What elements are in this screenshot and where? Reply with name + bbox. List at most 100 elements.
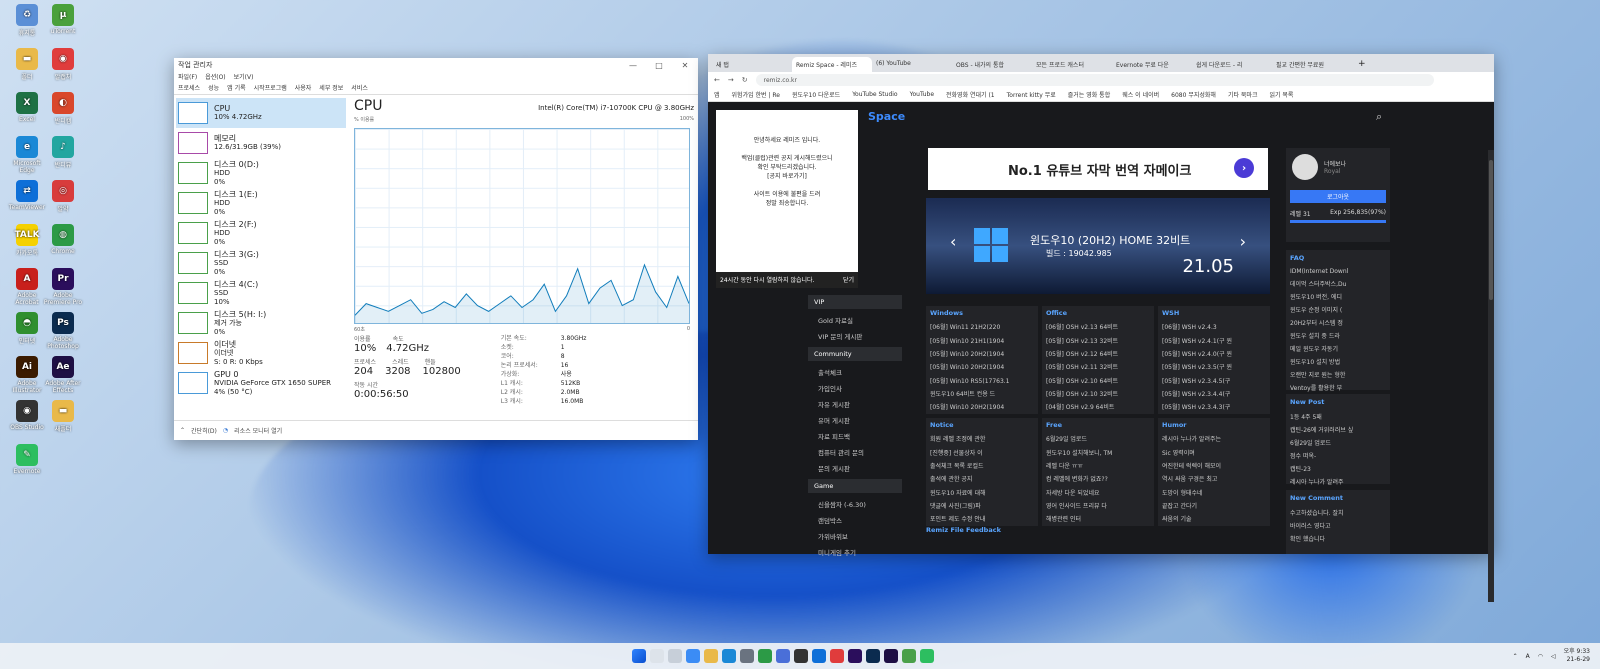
collapse-icon[interactable]: ⌃	[180, 427, 185, 434]
panel-row[interactable]: 윈도우10 버전, 에디	[1286, 290, 1390, 303]
board-row[interactable]: 윈도우10 64비트 컨용 드	[926, 387, 1038, 400]
panel-row[interactable]: 캡틴-23	[1286, 462, 1390, 475]
edge-icon[interactable]	[722, 649, 736, 663]
close-button[interactable]: ✕	[672, 61, 698, 70]
menu-item[interactable]: 미니게임 추기	[808, 544, 902, 560]
desktop-icon[interactable]: ◍ Chrome	[42, 224, 84, 255]
board-row[interactable]: 해병관련 인터	[1042, 512, 1154, 525]
task-manager-icon[interactable]	[902, 649, 916, 663]
desktop-icon[interactable]: ◎ 알약	[42, 180, 84, 213]
popup-close-button[interactable]: 닫기	[843, 276, 854, 285]
panel-row[interactable]: 데이먹 스터주박스,Du	[1286, 277, 1390, 290]
panel-row[interactable]: 캡틴-26에 거위러러브 싶	[1286, 423, 1390, 436]
panel-row[interactable]: 수고하셨습니다. 잘치	[1286, 506, 1390, 519]
resource-item[interactable]: 이더넷 이더넷 S: 0 R: 0 Kbps	[176, 338, 346, 368]
board-row[interactable]: [05월] OSH v2.10 32비트	[1042, 387, 1154, 400]
board-row[interactable]: [05월] OSH v2.13 32비트	[1042, 333, 1154, 346]
url-input[interactable]: remiz.co.kr	[755, 74, 1434, 86]
board-row[interactable]: 출석체크 목록 로컬드	[926, 459, 1038, 472]
title-bar[interactable]: 작업 관리자 — □ ✕	[174, 58, 698, 72]
board-row[interactable]: [05월] WSH v2.3.4.3(구	[1158, 400, 1270, 413]
banner-next-icon[interactable]: ›	[1240, 232, 1246, 251]
tab-item[interactable]: 세부 정보	[319, 83, 343, 94]
popup-hide-24h[interactable]: 24시간 동안 다시 열람하지 않습니다.	[720, 276, 814, 285]
resource-item[interactable]: 디스크 3(G:) SSD 0%	[176, 248, 346, 278]
browser-tab[interactable]: Evernote 무료 다운	[1112, 57, 1192, 72]
hero-banner[interactable]: 윈도우10 (20H2) HOME 32비트 빌드 : 19042.985 21…	[926, 198, 1270, 294]
desktop-icon[interactable]: µ uTorrent	[42, 4, 84, 35]
board-row[interactable]: [05월] WSH v2.4.0(구 윈	[1158, 347, 1270, 360]
site-logo[interactable]: Space	[868, 110, 905, 123]
chevron-up-icon[interactable]: ⌃	[1513, 653, 1518, 660]
search-icon[interactable]	[650, 649, 664, 663]
panel-row[interactable]: Ventoy를 활용한 부	[1286, 381, 1390, 394]
browser-tab[interactable]: 모든 프로드 캐스터	[1032, 57, 1112, 72]
panel-row[interactable]: 바이러스 영다고	[1286, 519, 1390, 532]
board-row[interactable]: 출석에 관한 공지	[926, 472, 1038, 485]
menu-item[interactable]: 출석체크	[808, 364, 902, 380]
board-row[interactable]: Sic 영력이며	[1158, 445, 1270, 458]
board-header[interactable]: Notice	[926, 418, 1038, 432]
browser-tab[interactable]: 쉽게 다운로드 - 리	[1192, 57, 1272, 72]
bookmark-item[interactable]: 전화영화 연대기 (1	[946, 90, 995, 99]
desktop-icon[interactable]: ◉ 알캡처	[42, 48, 84, 81]
browser-tab[interactable]: Remiz Space - 레미즈	[792, 57, 872, 72]
board-row[interactable]: 포인트 제도 수정 안내	[926, 512, 1038, 525]
panel-row[interactable]: 오랜만 지로 원는 형한	[1286, 368, 1390, 381]
photoshop-icon[interactable]	[866, 649, 880, 663]
board-row[interactable]: [진행중] 선물상자 이	[926, 445, 1038, 458]
menu-item[interactable]: VIP 문의 게시판	[808, 328, 902, 344]
volume-icon[interactable]: ◁	[1551, 653, 1556, 660]
language-indicator[interactable]: A	[1526, 653, 1530, 660]
panel-header[interactable]: New Post	[1286, 394, 1390, 410]
menu-item[interactable]: 파일(F)	[178, 72, 197, 83]
tab-item[interactable]: 사용자	[295, 83, 312, 94]
board-header[interactable]: WSH	[1158, 306, 1270, 320]
menu-item[interactable]: 컴퓨터 관리 문의	[808, 444, 902, 460]
bookmark-item[interactable]: Torrent kitty 무료	[1007, 90, 1056, 99]
desktop-icon[interactable]: Ae Adobe After Effects	[42, 356, 84, 394]
scrollbar[interactable]	[1488, 150, 1494, 602]
menu-item[interactable]: 자유 게시판	[808, 396, 902, 412]
panel-row[interactable]: 레시아 누나가 알려주	[1286, 475, 1390, 488]
board-header[interactable]: Windows	[926, 306, 1038, 320]
board-row[interactable]: 6월29일 업로드	[1042, 432, 1154, 445]
board-row[interactable]: 영어 인사이드 프리뷰 다	[1042, 499, 1154, 512]
board-row[interactable]: 윈도우10 설치해보니, TM	[1042, 445, 1154, 458]
menu-group-header[interactable]: Community	[808, 347, 902, 361]
menu-item[interactable]: 유머 게시판	[808, 412, 902, 428]
maximize-button[interactable]: □	[646, 61, 672, 70]
board-row[interactable]: [05월] Win10 20H2(1904	[926, 347, 1038, 360]
board-row[interactable]: 레시아 누나가 알려주는	[1158, 432, 1270, 445]
ad-banner[interactable]: No.1 유튜브 자막 번역 자메이크 ›	[928, 148, 1268, 190]
board-row[interactable]: 레벨 다운 ㅠㅠ	[1042, 459, 1154, 472]
tab-item[interactable]: 시작프로그램	[254, 83, 287, 94]
menu-item[interactable]: 가입인사	[808, 380, 902, 396]
back-icon[interactable]: ←	[714, 76, 720, 84]
evernote-icon[interactable]	[920, 649, 934, 663]
bookmark-item[interactable]: YouTube	[910, 91, 934, 98]
resource-item[interactable]: 디스크 1(E:) HDD 0%	[176, 188, 346, 218]
browser-tab[interactable]: 필교 간편한 무료원	[1272, 57, 1352, 72]
menu-group-header[interactable]: VIP	[808, 295, 902, 309]
resource-monitor-link[interactable]: 리소스 모니터 열기	[234, 426, 282, 435]
store-icon[interactable]	[776, 649, 790, 663]
browser-tab[interactable]: 새 탭	[712, 57, 792, 72]
desktop-icon[interactable]: ✎ Evernote	[6, 444, 48, 475]
panel-row[interactable]: 6월29일 업로드	[1286, 436, 1390, 449]
search-icon[interactable]: ⌕	[1376, 110, 1382, 124]
board-row[interactable]: [05월] Win10 20H2(1904	[926, 400, 1038, 413]
board-row[interactable]: [05월] WSH v2.3.4.5(구	[1158, 374, 1270, 387]
wifi-icon[interactable]: ◠	[1538, 653, 1543, 660]
menu-item[interactable]: Gold 자료실	[808, 312, 902, 328]
resource-item[interactable]: 디스크 0(D:) HDD 0%	[176, 158, 346, 188]
panel-row[interactable]: 윈도우 설치 중 드라	[1286, 329, 1390, 342]
board-row[interactable]: [06월] WSH v2.4.3	[1158, 320, 1270, 333]
menu-item[interactable]: 가위바위보	[808, 528, 902, 544]
board-row[interactable]: [05월] OSH v2.12 64비트	[1042, 347, 1154, 360]
board-row[interactable]: 컴 레벨에 변화가 없죠??	[1042, 472, 1154, 485]
resource-item[interactable]: CPU 10% 4.72GHz	[176, 98, 346, 128]
panel-row[interactable]: 메일 윈도우 자동기	[1286, 342, 1390, 355]
reload-icon[interactable]: ↻	[742, 76, 748, 84]
menu-group-header[interactable]: Game	[808, 479, 902, 493]
